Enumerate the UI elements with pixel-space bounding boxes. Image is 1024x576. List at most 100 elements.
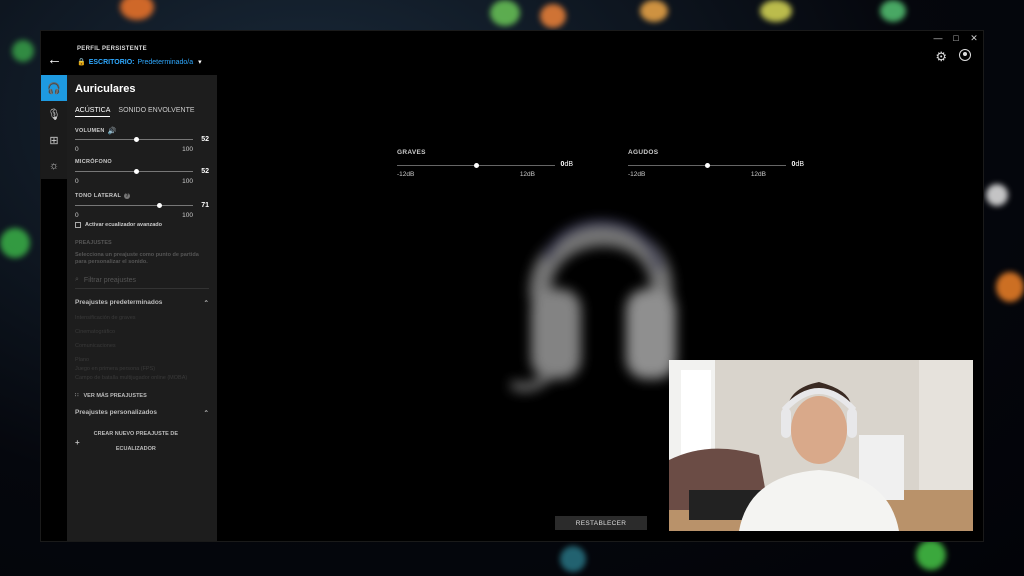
close-icon[interactable]: ✕ [969, 33, 979, 44]
bokeh-light [540, 4, 566, 28]
microphone-icon[interactable]: 🎙 [41, 101, 67, 127]
bass-label: GRAVES [397, 149, 426, 156]
lock-icon: 🔒 [77, 59, 86, 66]
gear-icon[interactable]: ⚙ [935, 49, 947, 65]
lighting-icon[interactable]: ☼ [41, 153, 67, 179]
volume-control: VOLUMEN 🔊 52 0 100 [75, 127, 209, 159]
treble-unit: dB [795, 161, 804, 168]
default-presets-header[interactable]: Preajustes predeterminados ⌃ [75, 299, 209, 307]
bokeh-light [640, 0, 668, 22]
sidetone-max: 100 [182, 212, 193, 219]
treble-slider[interactable] [628, 163, 786, 168]
plus-icon: + [75, 437, 80, 447]
create-eq-preset-button[interactable]: + CREAR NUEVO PREAJUSTE DE ECUALIZADOR [75, 427, 209, 457]
bokeh-light [916, 540, 946, 570]
treble-eq-control: AGUDOS 0dB -12dB 12dB [628, 149, 818, 183]
create-preset-label-line2: ECUALIZADOR [115, 446, 156, 452]
volume-label: VOLUMEN [75, 128, 105, 134]
grid-icon: ∷ [75, 393, 79, 399]
window-controls: — □ ✕ [933, 33, 979, 44]
tab-acustica[interactable]: ACÚSTICA [75, 107, 111, 117]
preset-item[interactable]: Juego en primera persona (FPS) [75, 366, 209, 372]
mic-slider-handle[interactable] [134, 169, 140, 174]
preset-item[interactable]: Cinematográfico [75, 329, 209, 335]
sidetone-slider[interactable] [75, 203, 193, 208]
add-assignment-icon[interactable]: ⊞ [41, 127, 67, 153]
custom-presets-header[interactable]: Preajustes personalizados ⌃ [75, 409, 209, 417]
chevron-down-icon: ▾ [198, 59, 202, 66]
tab-sonido-envolvente[interactable]: SONIDO ENVOLVENTE [118, 107, 194, 117]
device-nav: 🎧 🎙 ⊞ ☼ [41, 75, 67, 179]
help-icon[interactable]: ? [124, 193, 131, 199]
mic-label: MICRÓFONO [75, 159, 112, 165]
sidetone-min: 0 [75, 212, 79, 219]
volume-slider[interactable] [75, 137, 193, 142]
profile-selector[interactable]: 🔒 ESCRITORIO: Predeterminado/a ▾ [77, 58, 202, 67]
presets-heading: PREAJUSTES [75, 240, 112, 246]
search-icon: ⌕ [75, 276, 79, 283]
bass-unit: dB [564, 161, 573, 168]
presets-description: Selecciona un preajuste como punto de pa… [75, 252, 199, 265]
bass-eq-control: GRAVES 0dB -12dB 12dB [397, 149, 587, 183]
filter-placeholder: Filtrar preajustes [83, 276, 137, 284]
volume-min: 0 [75, 146, 79, 153]
preset-item[interactable]: Plano [75, 357, 209, 363]
sidetone-label: TONO LATERAL [75, 193, 122, 199]
treble-slider-handle[interactable] [705, 163, 710, 168]
mic-value: 52 [201, 168, 209, 175]
chevron-up-icon: ⌃ [203, 410, 209, 417]
see-more-presets-label: VER MÁS PREAJUSTES [83, 393, 147, 399]
panel-title: Auriculares [75, 83, 136, 95]
profile-label: PERFIL PERSISTENTE [77, 46, 147, 52]
chevron-up-icon: ⌃ [203, 300, 209, 307]
mic-min: 0 [75, 178, 79, 185]
back-arrow-icon[interactable]: ← [47, 51, 62, 68]
treble-max: 12dB [750, 171, 766, 178]
preset-item[interactable]: Comunicaciones [75, 343, 209, 349]
bokeh-light [760, 0, 792, 22]
reset-button[interactable]: RESTABLECER [555, 516, 647, 530]
volume-slider-handle[interactable] [134, 137, 140, 142]
bass-min: -12dB [397, 171, 415, 178]
treble-min: -12dB [628, 171, 646, 178]
bokeh-light [880, 0, 906, 22]
maximize-icon[interactable]: □ [951, 33, 961, 44]
bokeh-light [0, 228, 30, 258]
bass-max: 12dB [519, 171, 535, 178]
volume-max: 100 [182, 146, 193, 153]
mic-max: 100 [182, 178, 193, 185]
minimize-icon[interactable]: — [933, 33, 943, 44]
bokeh-light [560, 546, 586, 572]
headphones-icon[interactable]: 🎧 [41, 75, 67, 101]
webcam-overlay [669, 360, 973, 531]
bokeh-light [490, 0, 520, 26]
create-preset-label-line1: CREAR NUEVO PREAJUSTE DE [93, 431, 179, 437]
headset-image [511, 219, 676, 392]
preset-item[interactable]: Intensificación de graves [75, 315, 209, 321]
bokeh-light [986, 184, 1008, 206]
sidetone-slider-handle[interactable] [156, 203, 162, 208]
mic-control: MICRÓFONO 52 0 100 [75, 159, 209, 191]
volume-value: 52 [201, 136, 209, 143]
bokeh-light [12, 40, 34, 62]
speaker-icon: 🔊 [107, 128, 117, 135]
mic-slider[interactable] [75, 169, 193, 174]
sidetone-value: 71 [201, 202, 209, 209]
profile-kind: ESCRITORIO: [88, 58, 135, 66]
preset-filter[interactable]: ⌕ Filtrar preajustes [75, 276, 209, 289]
preset-item[interactable]: Campo de batalla multijugador online (MO… [75, 375, 209, 381]
treble-label: AGUDOS [628, 149, 659, 156]
user-account-icon[interactable] [959, 49, 971, 61]
sidetone-control: TONO LATERAL ? 71 0 100 [75, 193, 209, 225]
default-presets-heading: Preajustes predeterminados [75, 299, 163, 306]
bokeh-light [996, 272, 1024, 302]
panel-tabs: ACÚSTICA SONIDO ENVOLVENTE [75, 107, 209, 117]
profile-value: Predeterminado/a [137, 58, 194, 66]
bass-slider[interactable] [397, 163, 555, 168]
custom-presets-heading: Preajustes personalizados [75, 409, 158, 416]
settings-panel: Auriculares ACÚSTICA SONIDO ENVOLVENTE V… [67, 75, 217, 541]
top-toolbar: ⚙ [935, 49, 971, 65]
bokeh-light [120, 0, 154, 20]
bass-slider-handle[interactable] [474, 163, 479, 168]
see-more-presets-button[interactable]: ∷ VER MÁS PREAJUSTES [75, 393, 209, 399]
